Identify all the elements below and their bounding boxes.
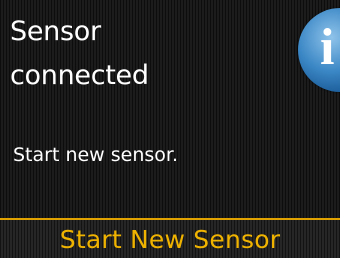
status-message: Start new sensor. bbox=[13, 144, 179, 166]
start-new-sensor-button[interactable]: Start New Sensor bbox=[0, 220, 340, 258]
page-title: Sensor connected bbox=[10, 16, 149, 91]
start-new-sensor-label: Start New Sensor bbox=[59, 224, 281, 254]
info-icon[interactable]: i bbox=[298, 8, 340, 92]
info-glyph: i bbox=[320, 19, 335, 76]
sensor-screen: Sensor connected i Start new sensor. Sta… bbox=[0, 0, 340, 258]
